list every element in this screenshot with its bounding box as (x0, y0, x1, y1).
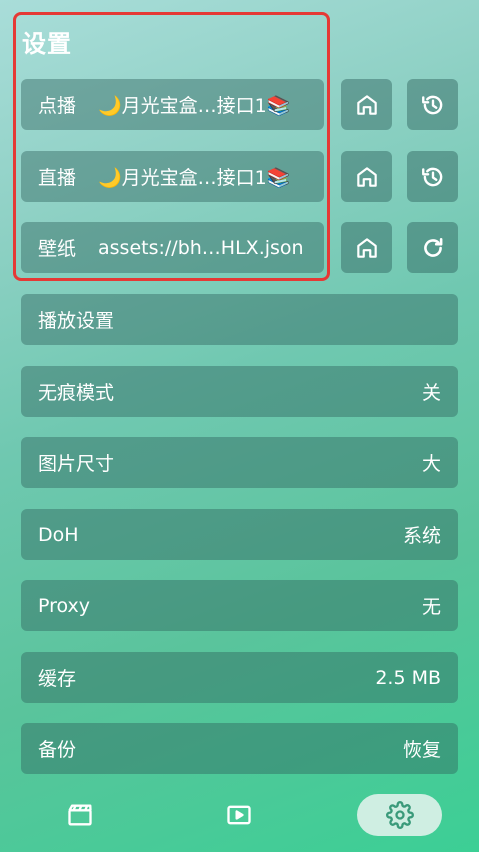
refresh-icon (423, 237, 442, 257)
wallpaper-label: 壁纸 (38, 238, 77, 260)
play-icon (227, 805, 251, 825)
doh-value: 系统 (402, 525, 441, 547)
cache-label: 缓存 (38, 668, 77, 690)
image-size-value: 大 (421, 453, 441, 475)
live-history-button[interactable] (407, 151, 458, 202)
live-label: 直播 (38, 167, 77, 189)
film-icon (68, 804, 92, 826)
playback-settings-label: 播放设置 (38, 310, 115, 332)
restore-button[interactable]: 恢复 (403, 735, 441, 762)
cache-row[interactable]: 缓存 2.5 MB (21, 652, 458, 703)
backup-label: 备份 (38, 739, 77, 761)
vod-source-value: 🌙月光宝盒…接口1📚 (98, 95, 291, 117)
nav-settings-button[interactable] (357, 794, 442, 836)
vod-history-button[interactable] (407, 79, 458, 130)
history-icon (421, 95, 442, 114)
incognito-mode-label: 无痕模式 (38, 382, 115, 404)
gear-icon (385, 801, 414, 829)
proxy-row[interactable]: Proxy 无 (21, 580, 458, 631)
cache-value: 2.5 MB (375, 666, 441, 689)
proxy-label: Proxy (38, 594, 91, 617)
playback-settings-row[interactable]: 播放设置 (21, 294, 458, 345)
nav-live-button[interactable] (215, 794, 263, 836)
image-size-label: 图片尺寸 (38, 453, 115, 475)
doh-row[interactable]: DoH 系统 (21, 509, 458, 560)
vod-source-selector[interactable]: 点播 🌙月光宝盒…接口1📚 (21, 79, 324, 130)
proxy-value: 无 (421, 596, 441, 618)
home-icon (356, 237, 377, 258)
vod-label: 点播 (38, 95, 77, 117)
wallpaper-refresh-button[interactable] (407, 222, 458, 273)
wallpaper-source-value: assets://bh…HLX.json (98, 236, 304, 259)
image-size-row[interactable]: 图片尺寸 大 (21, 437, 458, 488)
doh-label: DoH (38, 523, 79, 546)
incognito-mode-row[interactable]: 无痕模式 关 (21, 366, 458, 417)
history-icon (421, 167, 442, 186)
backup-row[interactable]: 备份 恢复 (21, 723, 458, 774)
home-icon (356, 94, 377, 115)
wallpaper-source-selector[interactable]: 壁纸 assets://bh…HLX.json (21, 222, 324, 273)
live-source-value: 🌙月光宝盒…接口1📚 (98, 167, 291, 189)
wallpaper-home-button[interactable] (341, 222, 392, 273)
bottom-nav (0, 790, 479, 840)
nav-vod-button[interactable] (56, 794, 104, 836)
vod-home-button[interactable] (341, 79, 392, 130)
incognito-mode-value: 关 (421, 382, 441, 404)
live-home-button[interactable] (341, 151, 392, 202)
live-source-selector[interactable]: 直播 🌙月光宝盒…接口1📚 (21, 151, 324, 202)
home-icon (356, 166, 377, 187)
